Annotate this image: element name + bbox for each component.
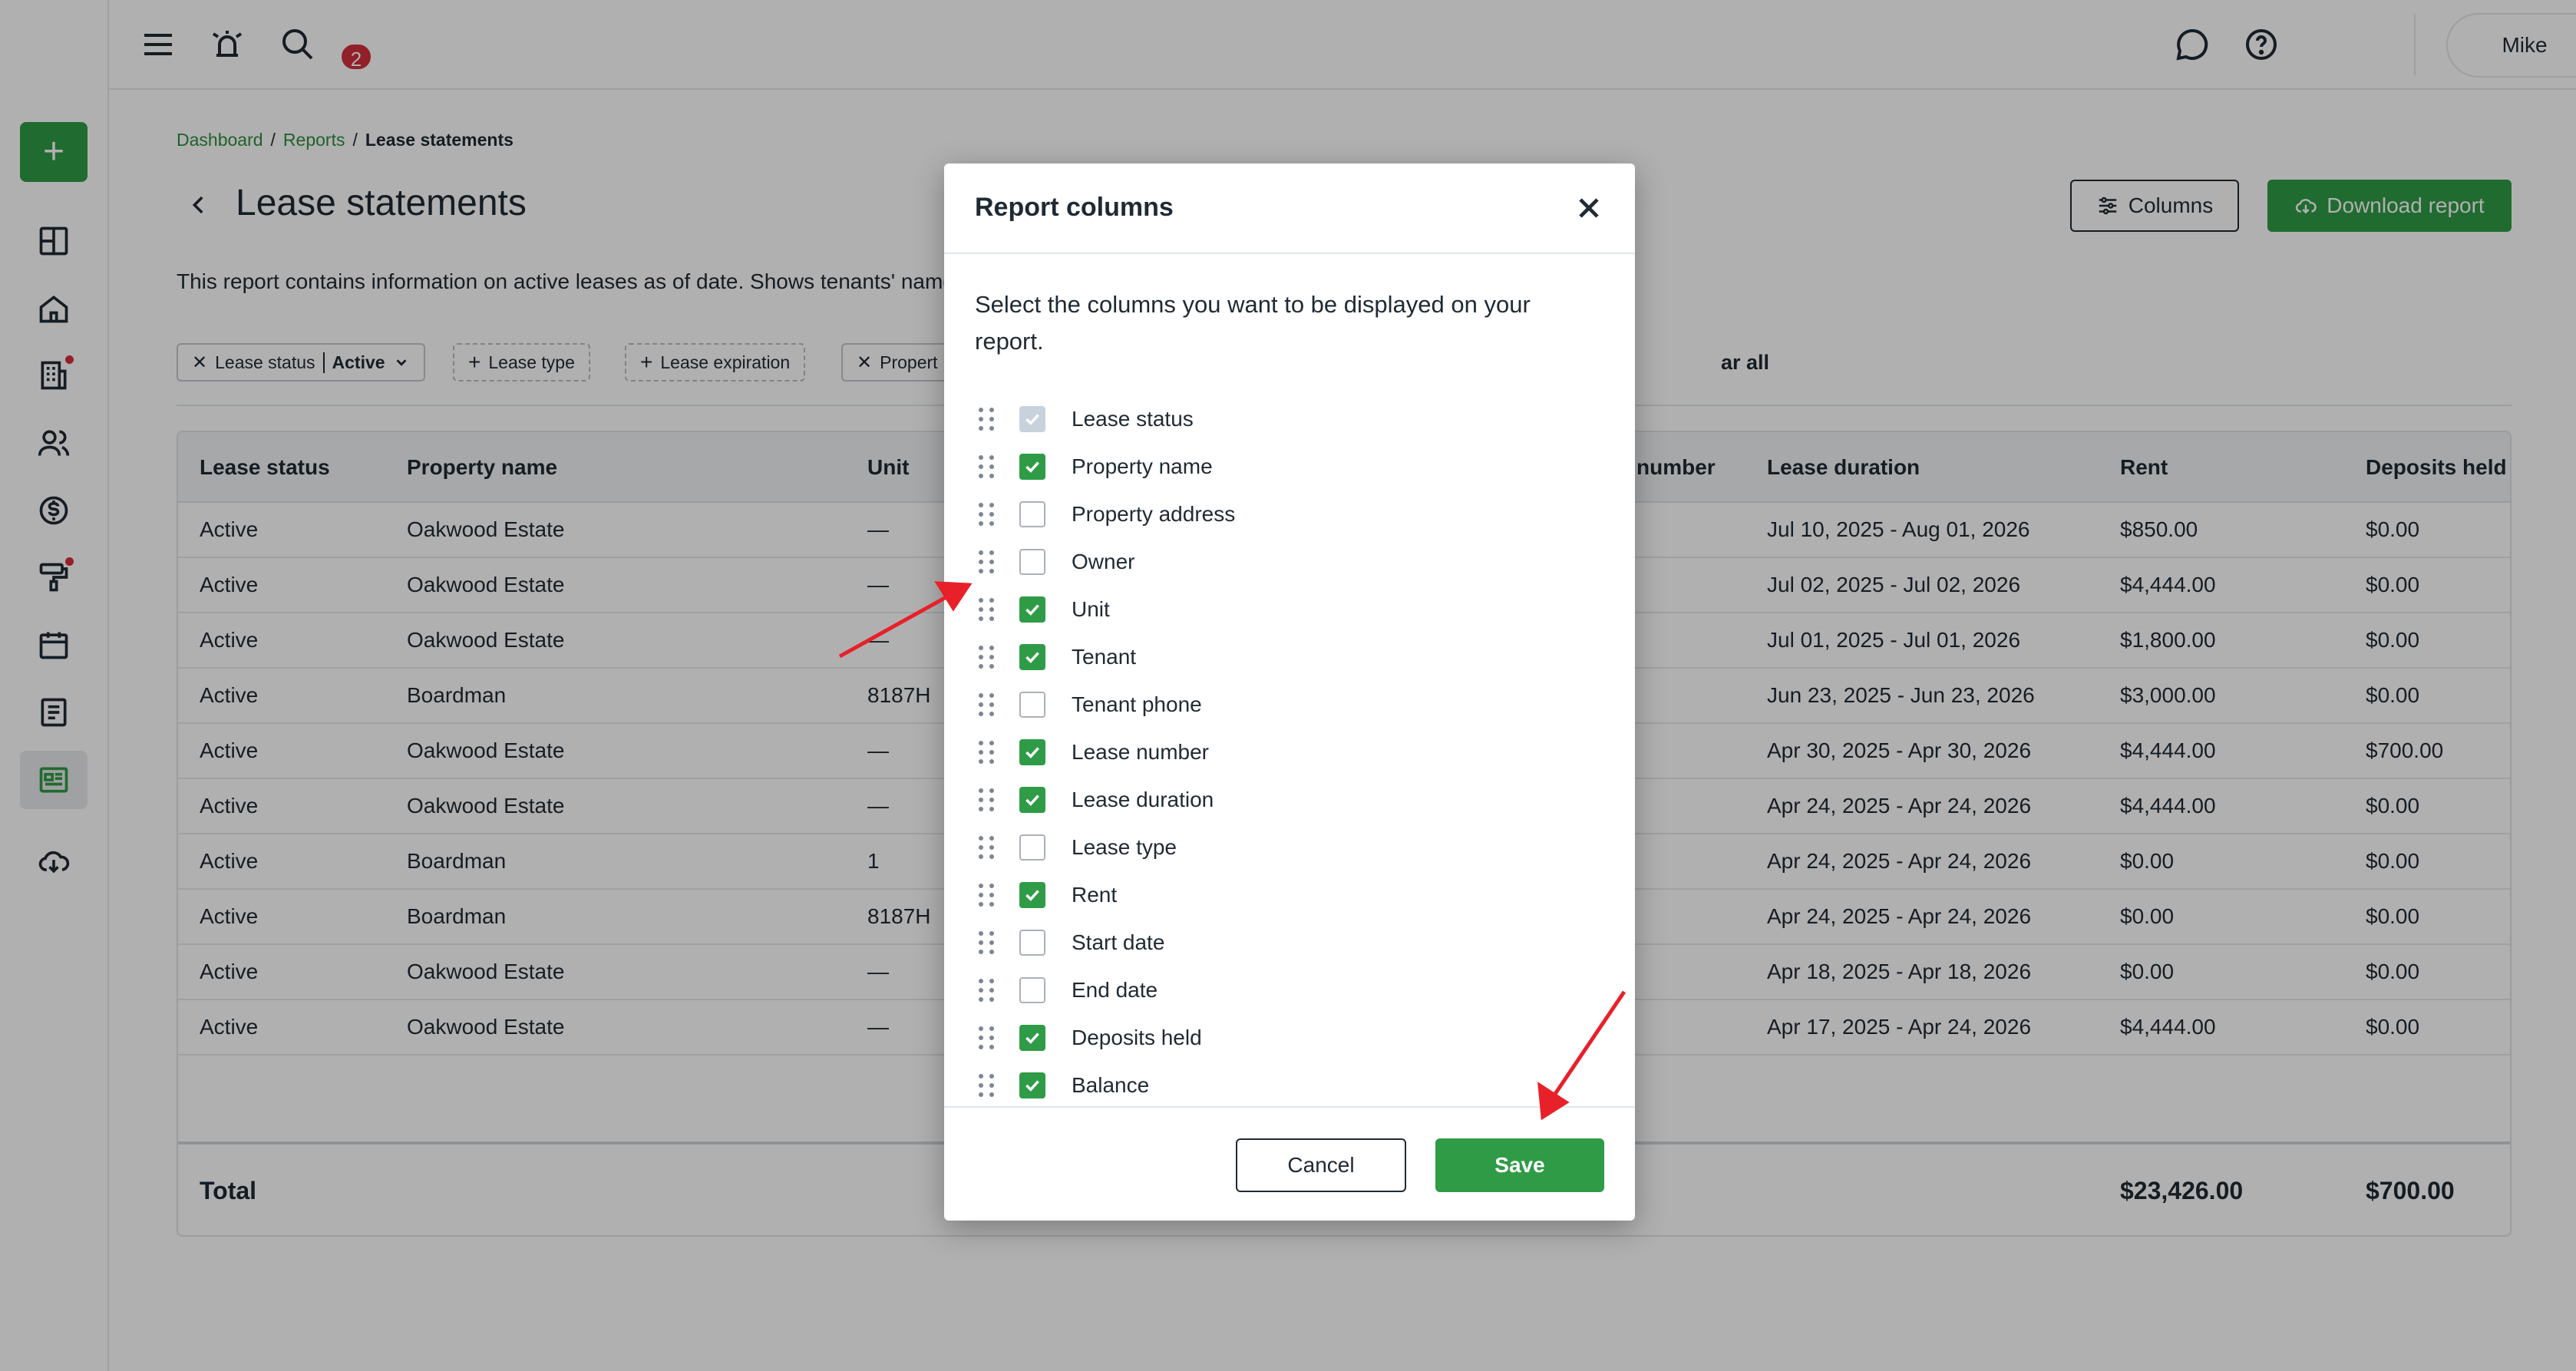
- checkbox[interactable]: [1019, 787, 1045, 813]
- dialog-title: Report columns: [975, 193, 1174, 222]
- checkbox[interactable]: [1019, 739, 1045, 765]
- column-option[interactable]: Lease status: [975, 396, 1589, 442]
- checkbox[interactable]: [1019, 692, 1045, 718]
- option-label: Property name: [1072, 454, 1213, 478]
- checkbox[interactable]: [1019, 834, 1045, 861]
- drag-handle-icon[interactable]: [975, 834, 998, 861]
- checkbox[interactable]: [1019, 1072, 1045, 1098]
- option-label: Tenant phone: [1072, 692, 1202, 716]
- column-option[interactable]: Balance: [975, 1062, 1589, 1108]
- cancel-button[interactable]: Cancel: [1236, 1138, 1406, 1192]
- column-option[interactable]: Property name: [975, 444, 1589, 490]
- column-option[interactable]: Lease type: [975, 824, 1589, 871]
- option-label: Tenant: [1072, 645, 1137, 669]
- checkbox[interactable]: [1019, 501, 1045, 527]
- option-label: Unit: [1072, 597, 1110, 621]
- dialog-footer: Cancel Save: [944, 1106, 1635, 1221]
- drag-handle-icon[interactable]: [975, 929, 998, 956]
- save-button[interactable]: Save: [1435, 1138, 1604, 1192]
- dialog-description: Select the columns you want to be displa…: [975, 291, 1531, 355]
- drag-handle-icon[interactable]: [975, 738, 998, 766]
- column-option[interactable]: Unit: [975, 586, 1589, 633]
- checkbox[interactable]: [1019, 549, 1045, 575]
- drag-handle-icon[interactable]: [975, 643, 998, 671]
- checkbox: [1019, 406, 1045, 432]
- checkbox[interactable]: [1019, 882, 1045, 908]
- drag-handle-icon[interactable]: [975, 1072, 998, 1099]
- option-label: Deposits held: [1072, 1026, 1202, 1049]
- checkbox[interactable]: [1019, 977, 1045, 1003]
- option-label: Property address: [1072, 502, 1236, 526]
- column-option[interactable]: Property address: [975, 491, 1589, 537]
- checkbox[interactable]: [1019, 930, 1045, 956]
- drag-handle-icon[interactable]: [975, 453, 998, 481]
- column-option[interactable]: Tenant: [975, 634, 1589, 680]
- drag-handle-icon[interactable]: [975, 548, 998, 576]
- dialog-header: Report columns: [944, 164, 1635, 254]
- checkbox[interactable]: [1019, 644, 1045, 670]
- option-label: Lease type: [1072, 835, 1177, 859]
- app-root: + 2 Mike Dashboard / Reports / Lease sta…: [0, 0, 2576, 1371]
- option-label: Balance: [1072, 1073, 1150, 1097]
- option-label: Start date: [1072, 930, 1165, 954]
- option-label: Owner: [1072, 550, 1135, 573]
- column-option[interactable]: End date: [975, 967, 1589, 1013]
- option-label: End date: [1072, 978, 1158, 1002]
- drag-handle-icon[interactable]: [975, 405, 998, 433]
- drag-handle-icon[interactable]: [975, 691, 998, 719]
- option-label: Lease status: [1072, 407, 1194, 431]
- option-label: Lease number: [1072, 740, 1210, 764]
- option-label: Lease duration: [1072, 788, 1214, 811]
- option-label: Rent: [1072, 883, 1118, 907]
- close-button[interactable]: [1572, 191, 1606, 225]
- drag-handle-icon[interactable]: [975, 976, 998, 1004]
- column-option[interactable]: Lease duration: [975, 777, 1589, 823]
- drag-handle-icon[interactable]: [975, 1024, 998, 1052]
- drag-handle-icon[interactable]: [975, 881, 998, 909]
- column-option[interactable]: Tenant phone: [975, 682, 1589, 728]
- column-option[interactable]: Owner: [975, 539, 1589, 585]
- column-option[interactable]: Lease number: [975, 729, 1589, 775]
- checkbox[interactable]: [1019, 596, 1045, 623]
- checkbox[interactable]: [1019, 454, 1045, 480]
- report-columns-dialog: Report columns Select the columns you wa…: [944, 164, 1635, 1221]
- drag-handle-icon[interactable]: [975, 596, 998, 623]
- checkbox[interactable]: [1019, 1025, 1045, 1051]
- column-option[interactable]: Deposits held: [975, 1015, 1589, 1061]
- column-option[interactable]: Rent: [975, 872, 1589, 918]
- drag-handle-icon[interactable]: [975, 500, 998, 528]
- drag-handle-icon[interactable]: [975, 786, 998, 814]
- column-option[interactable]: Start date: [975, 920, 1589, 966]
- close-icon: [1579, 198, 1599, 218]
